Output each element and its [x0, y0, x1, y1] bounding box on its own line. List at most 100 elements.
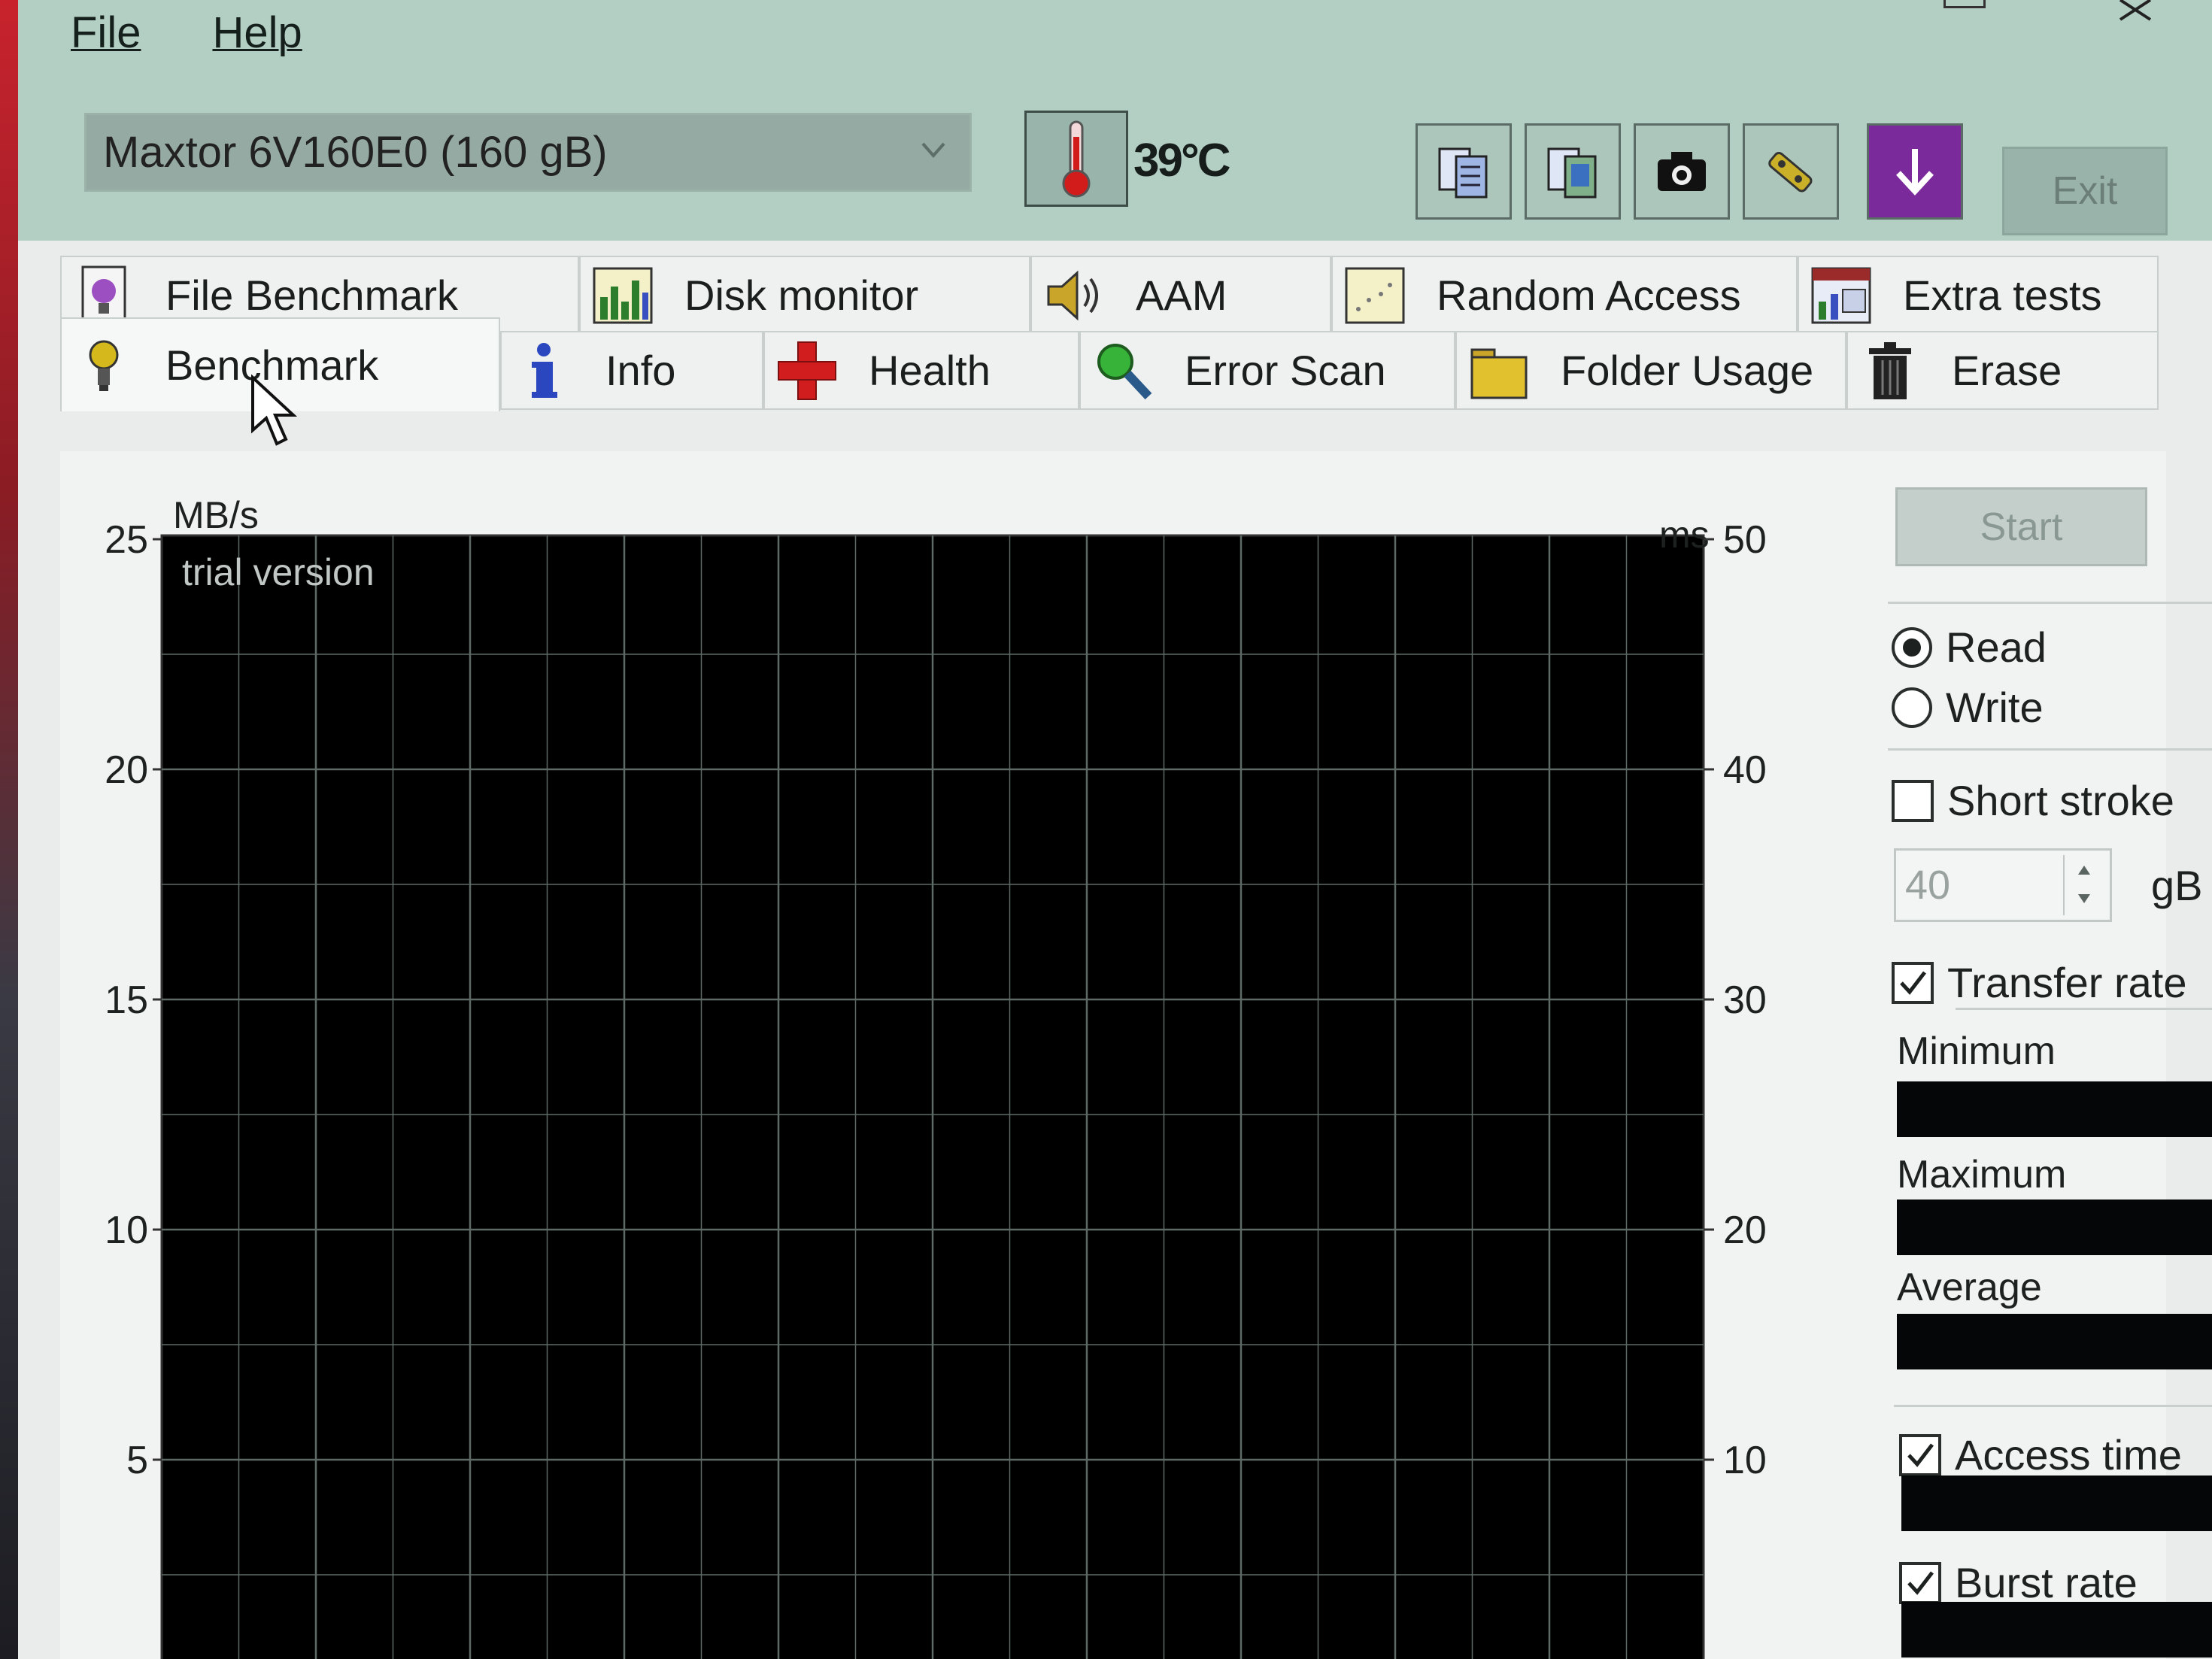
checkbox-access-time[interactable] [1899, 1433, 1941, 1476]
maximum-label: Maximum [1897, 1153, 2067, 1196]
title-area: File Help Maxtor 6V160E0 (160 gB) 39°C E… [18, 0, 2212, 241]
tab-label: Erase [1952, 347, 2062, 394]
tab-label: Disk monitor [684, 271, 919, 319]
tab-bar: File Benchmark Disk monitor AAM Random A… [60, 241, 2211, 466]
drive-select-value: Maxtor 6V160E0 (160 gB) [103, 128, 608, 177]
short-stroke-label: Short stroke [1947, 777, 2174, 824]
tools-icon [1768, 152, 1813, 193]
left-tick-label: 20 [105, 748, 148, 792]
radio-write[interactable] [1892, 687, 1932, 728]
chevron-down-icon [921, 142, 945, 159]
tab-error-scan[interactable]: Error Scan [1079, 331, 1455, 410]
copy-text-button[interactable] [1415, 123, 1512, 220]
copy-image-icon [1547, 147, 1597, 199]
left-tick-label: 10 [105, 1209, 148, 1252]
tab-label: Folder Usage [1561, 347, 1814, 394]
magnifier-icon [1091, 339, 1155, 402]
checkmark-icon [1900, 970, 1926, 995]
checkmark-icon [1907, 1442, 1934, 1467]
right-tick-label: 10 [1723, 1439, 1767, 1482]
extra-tests-icon [1810, 264, 1873, 327]
thermometer-icon [1062, 120, 1091, 198]
random-access-icon [1343, 264, 1406, 327]
window-edge [0, 0, 18, 1659]
access-time-label: Access time [1955, 1431, 2182, 1479]
tab-info[interactable]: Info [500, 331, 763, 410]
tab-label: File Benchmark [165, 271, 459, 319]
menu-bar: File Help [71, 0, 302, 68]
left-axis-unit: MB/s [173, 494, 259, 536]
size-unit: gB [2151, 862, 2203, 909]
menu-file[interactable]: File [71, 0, 141, 68]
short-stroke-value: 40 [1905, 863, 1951, 908]
maximize-icon[interactable] [1943, 0, 1986, 8]
control-panel: Start Read Write Short stroke 40 gB Tran… [1813, 451, 2212, 1659]
options-button[interactable] [1743, 123, 1839, 220]
write-radio[interactable]: Write [1892, 683, 2044, 732]
read-label: Read [1946, 623, 2047, 671]
short-stroke-checkbox[interactable]: Short stroke [1892, 776, 2174, 825]
left-tick-label: 25 [105, 518, 148, 562]
tab-erase[interactable]: Erase [1846, 331, 2159, 410]
tab-label: Random Access [1437, 271, 1741, 319]
transfer-rate-checkbox[interactable]: Transfer rate [1892, 958, 2186, 1007]
health-cross-icon [775, 339, 839, 402]
checkmark-icon [1907, 1570, 1934, 1595]
menu-help[interactable]: Help [212, 0, 302, 68]
exit-button[interactable]: Exit [2002, 147, 2168, 235]
tab-random-access[interactable]: Random Access [1331, 256, 1798, 335]
access-time-checkbox[interactable]: Access time [1899, 1430, 2182, 1479]
temperature-readout: 39°C [1133, 135, 1231, 187]
drive-select[interactable]: Maxtor 6V160E0 (160 gB) [84, 113, 972, 192]
right-tick-label: 50 [1723, 518, 1767, 562]
checkbox-short-stroke[interactable] [1892, 779, 1934, 822]
copy-image-button[interactable] [1525, 123, 1621, 220]
burst-rate-value-box [1901, 1602, 2212, 1657]
checkbox-transfer-rate[interactable] [1892, 961, 1934, 1004]
minimum-value-box [1897, 1081, 2212, 1137]
separator [1888, 748, 2212, 751]
tab-folder-usage[interactable]: Folder Usage [1455, 331, 1846, 410]
speaker-icon [1042, 264, 1106, 327]
radio-read-selected[interactable] [1892, 626, 1932, 668]
short-stroke-size-stepper[interactable]: 40 [1894, 848, 2112, 922]
disk-monitor-icon [591, 264, 654, 327]
average-label: Average [1897, 1266, 2042, 1309]
download-button[interactable] [1867, 123, 1963, 220]
mouse-cursor-icon [251, 375, 298, 446]
burst-rate-checkbox[interactable]: Burst rate [1899, 1558, 2138, 1607]
spin-arrows-icon[interactable] [2063, 855, 2104, 915]
right-tick-label: 30 [1723, 978, 1767, 1022]
thermometer-button[interactable] [1024, 111, 1128, 207]
read-radio[interactable]: Read [1892, 623, 2047, 672]
trial-watermark: trial version [182, 551, 375, 593]
separator [1956, 1008, 2212, 1010]
screenshot-button[interactable] [1634, 123, 1730, 220]
copy-icon [1438, 147, 1488, 199]
info-icon [512, 339, 575, 402]
tab-label: Info [605, 347, 676, 394]
tab-extra-tests[interactable]: Extra tests [1798, 256, 2159, 335]
right-tick-label: 20 [1723, 1209, 1767, 1252]
right-axis-unit: ms [1659, 514, 1710, 556]
app-window: File Help Maxtor 6V160E0 (160 gB) 39°C E… [0, 0, 2212, 1659]
checkbox-burst-rate[interactable] [1899, 1561, 1941, 1604]
tab-label: Error Scan [1185, 347, 1386, 394]
tab-aam[interactable]: AAM [1030, 256, 1331, 335]
average-value-box [1897, 1314, 2212, 1369]
start-button[interactable]: Start [1895, 487, 2147, 566]
tab-label: AAM [1136, 271, 1227, 319]
chart-canvas: MB/s ms trial version 25 20 15 10 5 50 40 30 20… [105, 494, 1767, 1659]
maximum-value-box [1897, 1200, 2212, 1255]
download-arrow-icon [1896, 149, 1934, 196]
transfer-rate-label: Transfer rate [1947, 959, 2187, 1006]
access-time-value-box [1901, 1476, 2212, 1531]
camera-icon [1658, 152, 1706, 191]
close-icon[interactable] [2116, 0, 2162, 23]
tab-disk-monitor[interactable]: Disk monitor [579, 256, 1030, 335]
benchmark-chart: MB/s ms trial version 25 20 15 10 5 50 40 30 20… [60, 466, 1865, 1659]
benchmark-panel: MB/s ms trial version 25 20 15 10 5 50 40 30 20… [60, 451, 2212, 1659]
tab-label: Health [869, 347, 991, 394]
tab-health[interactable]: Health [763, 331, 1079, 410]
toolbar: Maxtor 6V160E0 (160 gB) 39°C Exit [84, 111, 2190, 235]
